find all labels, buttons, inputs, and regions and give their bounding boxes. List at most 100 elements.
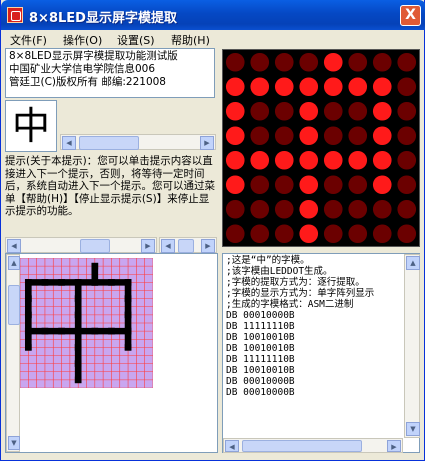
scroll-thumb[interactable] xyxy=(79,136,139,150)
menu-bar: 文件(F) 操作(O) 设置(S) 帮助(H) xyxy=(4,30,422,48)
code-line: DB 00010000B xyxy=(226,387,295,398)
led-dot-on xyxy=(274,77,294,97)
led-dot-on xyxy=(299,101,319,121)
code-horizontal-scrollbar[interactable]: ◀ ▶ xyxy=(223,438,403,453)
led-dot-on xyxy=(299,150,319,170)
scroll-left-arrow[interactable]: ◀ xyxy=(7,239,21,253)
scroll-left-arrow[interactable]: ◀ xyxy=(62,136,76,150)
led-dot-on xyxy=(299,224,319,244)
led-dot-on xyxy=(250,77,270,97)
app-icon xyxy=(7,7,23,23)
scroll-up-arrow[interactable]: ▲ xyxy=(406,256,420,270)
led-dot-off xyxy=(323,126,343,146)
led-dot-on xyxy=(372,101,392,121)
led-dot-off xyxy=(250,175,270,195)
led-dot-on xyxy=(225,150,245,170)
led-dot-on xyxy=(299,175,319,195)
grid-stroke xyxy=(74,360,82,384)
code-line: DB 10010010B xyxy=(226,332,295,343)
led-dot-off xyxy=(397,175,417,195)
led-dot-off xyxy=(348,175,368,195)
led-dot-off xyxy=(372,224,392,244)
title-bar[interactable]: 8×8LED显示屏字模提取 X xyxy=(1,0,425,30)
vertical-scrollbar[interactable]: ▲ ▼ xyxy=(6,254,20,452)
grid-stroke xyxy=(24,327,32,351)
led-dot-on xyxy=(372,175,392,195)
horizontal-scrollbar-small[interactable]: ◀ ▶ xyxy=(159,237,217,253)
menu-file[interactable]: 文件(F) xyxy=(10,32,47,48)
menu-settings[interactable]: 设置(S) xyxy=(117,32,155,48)
led-dot-off xyxy=(250,126,270,146)
led-dot-on xyxy=(250,150,270,170)
scroll-right-arrow[interactable]: ▶ xyxy=(201,239,215,253)
scroll-right-arrow[interactable]: ▶ xyxy=(387,440,401,452)
code-vertical-scrollbar[interactable]: ▲ ▼ xyxy=(404,254,420,438)
led-dot-on xyxy=(225,126,245,146)
led-dot-off xyxy=(372,199,392,219)
led-dot-on xyxy=(323,150,343,170)
led-dot-off xyxy=(397,150,417,170)
led-dot-off xyxy=(348,224,368,244)
scroll-right-arrow[interactable]: ▶ xyxy=(200,136,214,150)
led-dot-off xyxy=(274,52,294,72)
scroll-left-arrow[interactable]: ◀ xyxy=(225,440,239,452)
led-dot-off xyxy=(348,199,368,219)
led-dot-off xyxy=(225,199,245,219)
horizontal-scrollbar[interactable]: ◀ ▶ xyxy=(5,237,157,253)
dot-editor-panel: ▲ ▼ xyxy=(5,253,218,453)
scroll-up-arrow[interactable]: ▲ xyxy=(8,256,20,270)
window-title: 8×8LED显示屏字模提取 xyxy=(29,11,177,26)
scroll-thumb[interactable] xyxy=(242,440,362,452)
code-line: DB 10010010B xyxy=(226,365,295,376)
led-dot-on xyxy=(225,175,245,195)
led-dot-off xyxy=(274,199,294,219)
led-dot-on xyxy=(348,77,368,97)
hint-text[interactable]: 提示(关于本提示)：您可以单击提示内容以直接进入下一个提示，否则，将等待一定时间… xyxy=(5,155,218,235)
led-dot-off xyxy=(397,224,417,244)
scroll-right-arrow[interactable]: ▶ xyxy=(141,239,155,253)
menu-help[interactable]: 帮助(H) xyxy=(171,32,210,48)
led-dot-on xyxy=(274,150,294,170)
dot-edit-grid[interactable] xyxy=(20,258,153,388)
led-dot-on xyxy=(299,77,319,97)
code-line: ;字模的显示方式为：单字阵列显示 xyxy=(226,288,375,299)
led-dot-off xyxy=(397,126,417,146)
code-line: DB 00010000B xyxy=(226,376,295,387)
led-dot-off xyxy=(348,126,368,146)
led-dot-on xyxy=(299,199,319,219)
code-output[interactable]: ;这是“中”的字模。 ;该字模由LEDDOT生成。 ;字模的提取方式为：逐行提取。;… xyxy=(222,253,420,453)
scroll-thumb[interactable] xyxy=(80,239,110,253)
led-dot-off xyxy=(299,52,319,72)
led-dot-off xyxy=(274,101,294,121)
led-dot-on xyxy=(372,77,392,97)
info-line: 中国矿业大学信电学院信息006 xyxy=(9,63,156,75)
led-dot-off xyxy=(274,224,294,244)
scroll-thumb[interactable] xyxy=(8,285,20,325)
code-line: ;该字模由LEDDOT生成。 xyxy=(226,266,333,277)
led-dot-off xyxy=(323,101,343,121)
preview-scrollbar[interactable]: ◀ ▶ xyxy=(60,134,216,150)
led-dot-off xyxy=(323,199,343,219)
led-matrix-svg xyxy=(225,52,417,244)
close-button[interactable]: X xyxy=(400,5,421,26)
scroll-left-arrow[interactable]: ◀ xyxy=(161,239,175,253)
led-dot-off xyxy=(397,101,417,121)
led-dot-off xyxy=(348,101,368,121)
character-preview[interactable]: 中 xyxy=(5,100,57,152)
info-box[interactable]: 8×8LED显示屏字模提取功能测试版 中国矿业大学信电学院信息006 管廷卫(C… xyxy=(5,48,215,98)
app-window: 8×8LED显示屏字模提取 X 文件(F) 操作(O) 设置(S) 帮助(H) … xyxy=(0,0,425,461)
led-dot-off xyxy=(323,175,343,195)
scroll-down-arrow[interactable]: ▼ xyxy=(406,422,420,436)
scroll-thumb[interactable] xyxy=(178,239,194,253)
led-dot-off xyxy=(397,77,417,97)
code-line: ;生成的字模格式：ASM二进制 xyxy=(226,299,354,310)
menu-operation[interactable]: 操作(O) xyxy=(63,32,102,48)
led-dot-off xyxy=(250,199,270,219)
led-dot-off xyxy=(397,199,417,219)
led-dot-off xyxy=(372,52,392,72)
scroll-down-arrow[interactable]: ▼ xyxy=(8,436,20,450)
code-line: ;这是“中”的字模。 xyxy=(226,255,310,266)
led-dot-off xyxy=(274,175,294,195)
led-matrix-display xyxy=(222,49,420,247)
led-dot-off xyxy=(225,224,245,244)
